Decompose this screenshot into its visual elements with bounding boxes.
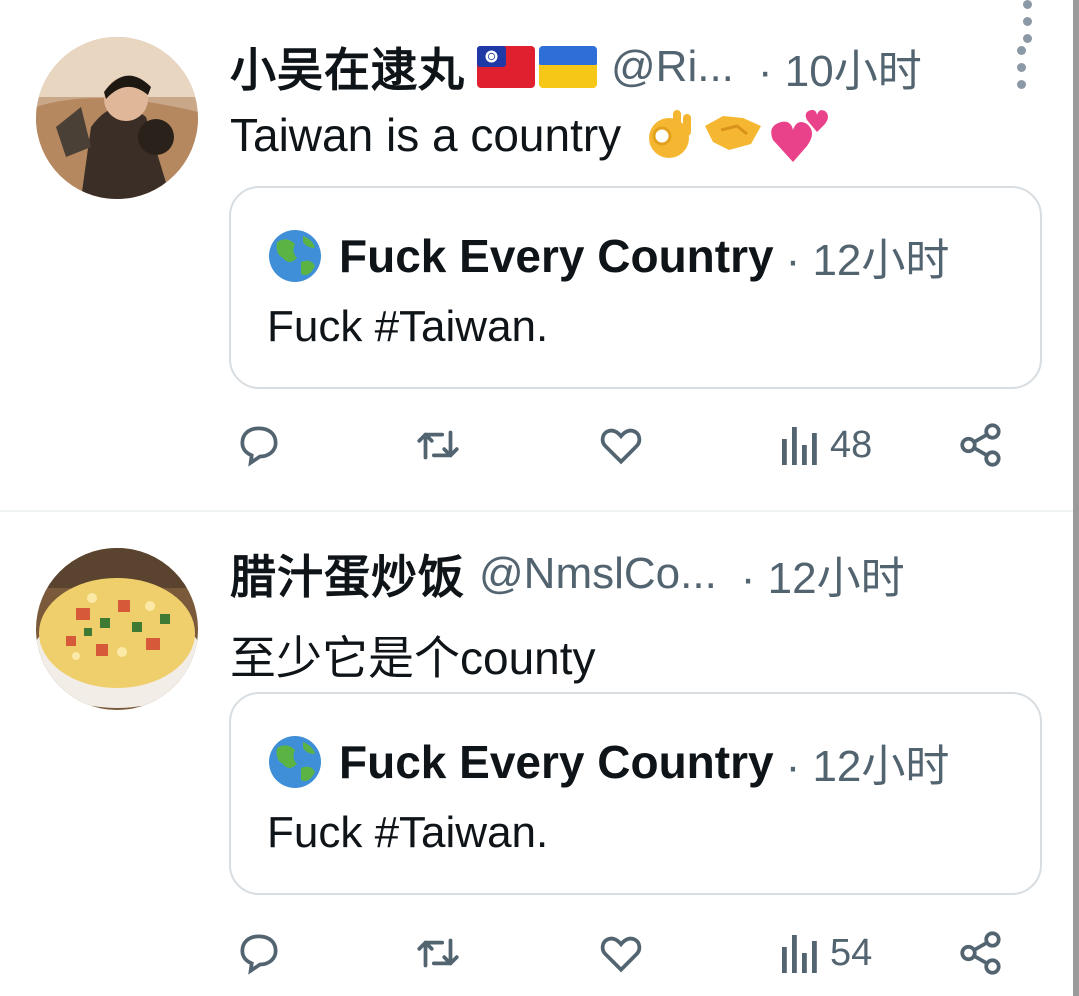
timestamp[interactable]: · 12小时 — [741, 542, 905, 606]
reply-icon — [240, 426, 278, 467]
like-button[interactable] — [596, 420, 646, 470]
share-button[interactable] — [956, 420, 1006, 470]
heart-icon — [600, 428, 642, 465]
quoted-tweet[interactable]: Fuck Every Country · 12小时 Fuck #Taiwan. — [229, 692, 1042, 895]
globe-icon — [269, 736, 321, 788]
more-options-icon[interactable] — [1017, 46, 1029, 89]
views-count: 54 — [830, 931, 873, 974]
tweet-text-content: 至少它是个county — [230, 632, 596, 684]
avatar[interactable] — [36, 37, 198, 199]
two-hearts-icon — [771, 109, 829, 162]
views-button[interactable]: 54 — [778, 928, 872, 978]
heart-icon — [600, 936, 642, 973]
retweet-button[interactable] — [412, 928, 464, 978]
reply-icon — [240, 934, 278, 975]
timestamp[interactable]: · 10小时 — [758, 35, 922, 99]
share-icon — [960, 931, 1001, 975]
views-icon — [782, 935, 817, 973]
reply-button[interactable] — [234, 928, 284, 978]
ukraine-flag-icon — [539, 46, 597, 88]
username-handle[interactable]: @Ri... — [611, 42, 734, 92]
globe-icon — [269, 230, 321, 282]
tweet-header: 腊汁蛋炒饭 @NmslCo... · 12小时 — [230, 544, 1013, 604]
avatar[interactable] — [36, 548, 198, 710]
tweet[interactable]: 腊汁蛋炒饭 @NmslCo... · 12小时 至少它是个county Fuck… — [0, 512, 1073, 996]
share-icon — [960, 423, 1001, 467]
action-bar: 48 — [230, 420, 1010, 480]
views-icon — [782, 427, 817, 465]
display-name[interactable]: 小吴在逮丸 — [230, 34, 465, 100]
scrollbar[interactable] — [1073, 0, 1079, 996]
views-count: 48 — [830, 423, 873, 466]
username-handle[interactable]: @NmslCo... — [479, 549, 717, 599]
retweet-icon — [417, 938, 459, 968]
taiwan-flag-icon — [477, 46, 535, 88]
quoted-display-name[interactable]: Fuck Every Country — [339, 229, 774, 283]
retweet-button[interactable] — [412, 420, 464, 470]
quoted-text: Fuck #Taiwan. — [267, 302, 549, 351]
quoted-tweet[interactable]: Fuck Every Country · 12小时 Fuck #Taiwan. — [229, 186, 1042, 389]
display-name[interactable]: 腊汁蛋炒饭 — [230, 541, 465, 607]
ok-hand-icon — [649, 110, 692, 158]
views-button[interactable]: 48 — [778, 420, 872, 470]
more-options-icon[interactable] — [1023, 0, 1035, 43]
retweet-icon — [417, 430, 459, 460]
tweet-text: Taiwan is a country — [230, 106, 831, 164]
quoted-timestamp: · 12小时 — [785, 236, 950, 285]
quoted-display-name[interactable]: Fuck Every Country — [339, 735, 774, 789]
tweet-text: 至少它是个county — [230, 622, 596, 688]
reply-button[interactable] — [234, 420, 284, 470]
quoted-timestamp: · 12小时 — [785, 742, 950, 791]
like-button[interactable] — [596, 928, 646, 978]
tweet[interactable]: 小吴在逮丸 @Ri... · 10小时 Taiwan is a country — [0, 0, 1073, 510]
action-bar: 54 — [230, 928, 1010, 988]
handshake-icon — [705, 116, 762, 150]
share-button[interactable] — [956, 928, 1006, 978]
tweet-header: 小吴在逮丸 @Ri... · 10小时 — [230, 37, 1013, 97]
tweet-text-content: Taiwan is a country — [230, 109, 622, 161]
quoted-text: Fuck #Taiwan. — [267, 808, 549, 857]
